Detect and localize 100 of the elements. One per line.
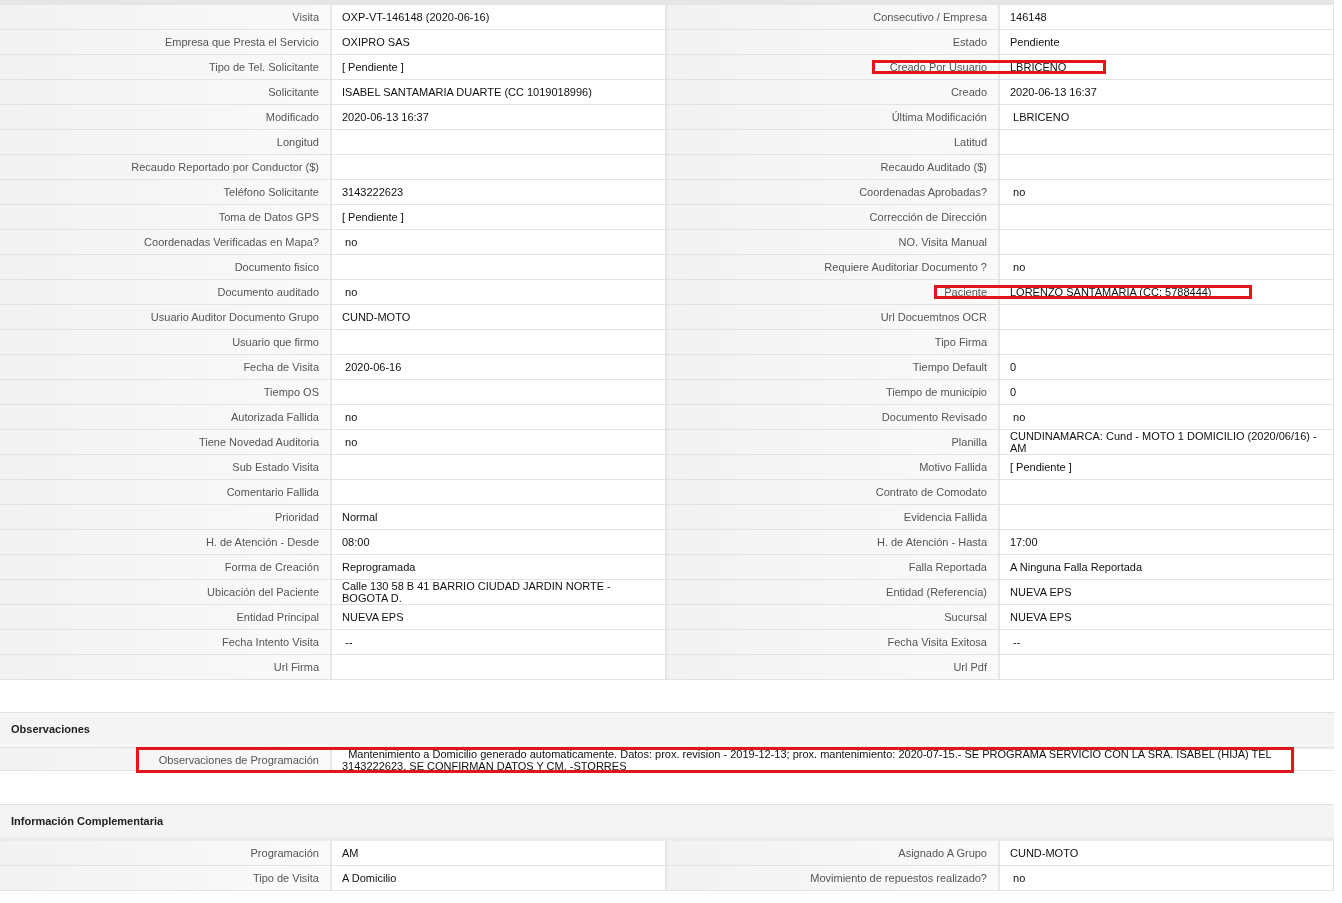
field-label: Recaudo Auditado ($) [668, 155, 1000, 179]
field-label: NO. Visita Manual [668, 230, 1000, 254]
field-value: OXIPRO SAS [342, 36, 410, 48]
field-label: Asignado A Grupo [668, 841, 1000, 865]
field-value: 3143222623 [342, 186, 404, 198]
field-label: Ubicación del Paciente [0, 580, 332, 604]
field-label: Usuario que firmo [0, 330, 332, 354]
field-label: Url Pdf [668, 655, 1000, 679]
field-label: Coordenadas Aprobadas? [668, 180, 1000, 204]
field-label: Sub Estado Visita [0, 455, 332, 479]
field-value: 2020-06-13 16:37 [342, 111, 429, 123]
field-label: Motivo Fallida [668, 455, 1000, 479]
field-label: Observaciones de Programación [0, 749, 332, 770]
field-label: Tiempo OS [0, 380, 332, 404]
field-value: LORENZO SANTAMARIA (CC: 5788444) [1010, 286, 1212, 298]
field-label: Contrato de Comodato [668, 480, 1000, 504]
field-value: 2020-06-13 16:37 [1010, 86, 1097, 98]
field-label: Autorizada Fallida [0, 405, 332, 429]
field-value: CUND-MOTO [342, 311, 411, 323]
field-value: 146148 [1010, 11, 1047, 23]
field-value: 0 [1010, 386, 1017, 398]
field-label: Fecha Visita Exitosa [668, 630, 1000, 654]
field-value: [ Pendiente ] [342, 61, 404, 73]
field-value: NUEVA EPS [342, 611, 404, 623]
field-value: Normal [342, 511, 378, 523]
field-label: Documento auditado [0, 280, 332, 304]
field-label: Creado Por Usuario [668, 55, 1000, 79]
field-label: Tiempo Default [668, 355, 1000, 379]
field-value: 2020-06-16 [344, 361, 402, 373]
field-value: [ Pendiente ] [342, 211, 404, 223]
field-value: -- [344, 636, 353, 648]
field-label: Entidad (Referencia) [668, 580, 1000, 604]
field-label: Teléfono Solicitante [0, 180, 332, 204]
field-label: Programación [0, 841, 332, 865]
field-value: LBRICENO [1012, 111, 1070, 123]
field-label: Visita [0, 5, 332, 29]
field-label: Estado [668, 30, 1000, 54]
field-value: A Domicilio [342, 872, 397, 884]
field-value: CUND-MOTO [1010, 847, 1079, 859]
field-value: NUEVA EPS [1010, 611, 1072, 623]
field-value: OXP-VT-146148 (2020-06-16) [342, 11, 490, 23]
field-label: Requiere Auditoriar Documento ? [668, 255, 1000, 279]
field-label: Longitud [0, 130, 332, 154]
field-label: H. de Atención - Desde [0, 530, 332, 554]
field-value: CUNDINAMARCA: Cund - MOTO 1 DOMICILIO (2020/06/16) - AM [1010, 430, 1318, 454]
field-label: Prioridad [0, 505, 332, 529]
field-value: no [1012, 872, 1026, 884]
field-label: Modificado [0, 105, 332, 129]
field-label: Creado [668, 80, 1000, 104]
field-label: Tipo de Tel. Solicitante [0, 55, 332, 79]
field-label: Última Modificación [668, 105, 1000, 129]
field-value: NUEVA EPS [1010, 586, 1072, 598]
field-label: Solicitante [0, 80, 332, 104]
field-label: Falla Reportada [668, 555, 1000, 579]
field-value: 08:00 [342, 536, 370, 548]
field-label: Latitud [668, 130, 1000, 154]
field-value: Calle 130 58 B 41 BARRIO CIUDAD JARDIN NORTE - BOGOTA D. [342, 580, 612, 604]
field-label: Url Firma [0, 655, 332, 679]
field-label: H. de Atención - Hasta [668, 530, 1000, 554]
field-label: Usuario Auditor Documento Grupo [0, 305, 332, 329]
field-label: Tiene Novedad Auditoria [0, 430, 332, 454]
field-value: AM [342, 847, 359, 859]
field-label: Url Docuemtnos OCR [668, 305, 1000, 329]
field-label: Tipo de Visita [0, 866, 332, 890]
field-value: [ Pendiente ] [1010, 461, 1072, 473]
field-value: no [1012, 261, 1026, 273]
field-value: no [344, 236, 358, 248]
field-label: Toma de Datos GPS [0, 205, 332, 229]
field-value: A Ninguna Falla Reportada [1010, 561, 1143, 573]
section-title: Observaciones [11, 721, 90, 737]
field-value: LBRICENO [1010, 61, 1067, 73]
field-value: no [1012, 411, 1026, 423]
field-label: Fecha de Visita [0, 355, 332, 379]
field-label: Recaudo Reportado por Conductor ($) [0, 155, 332, 179]
field-label: Empresa que Presta el Servicio [0, 30, 332, 54]
field-label: Tipo Firma [668, 330, 1000, 354]
field-label: Corrección de Dirección [668, 205, 1000, 229]
field-label: Paciente [668, 280, 1000, 304]
field-label: Tiempo de municipio [668, 380, 1000, 404]
section-title: Información Complementaria [11, 813, 164, 829]
field-value: no [1012, 186, 1026, 198]
field-value: no [344, 436, 358, 448]
field-value: no [344, 286, 358, 298]
field-value: Pendiente [1010, 36, 1060, 48]
field-label: Entidad Principal [0, 605, 332, 629]
field-label: Fecha Intento Visita [0, 630, 332, 654]
field-label: Planilla [668, 430, 1000, 454]
field-label: Documento Revisado [668, 405, 1000, 429]
field-label: Coordenadas Verificadas en Mapa? [0, 230, 332, 254]
field-label: Documento fisico [0, 255, 332, 279]
field-label: Forma de Creación [0, 555, 332, 579]
field-value: -- [1012, 636, 1021, 648]
field-label: Comentario Fallida [0, 480, 332, 504]
field-value: ISABEL SANTAMARIA DUARTE (CC 1019018996) [342, 86, 592, 98]
field-value: 0 [1010, 361, 1017, 373]
field-label: Movimiento de repuestos realizado? [668, 866, 1000, 890]
field-value: Reprogramada [342, 561, 416, 573]
field-value: Mantenimiento a Domicilio generado automaticamente. Datos: prox. revision - 2019-12-13; prox. mantenimiento: 2020-07-15.- SE PROGRAMA SERVICIO CON LA SRA. ISABEL (HIJA) TEL 3143222623. SE CONFIRMAN DATOS Y CM. -STORRES [342, 747, 1273, 772]
field-value: 17:00 [1010, 536, 1038, 548]
field-label: Evidencia Fallida [668, 505, 1000, 529]
